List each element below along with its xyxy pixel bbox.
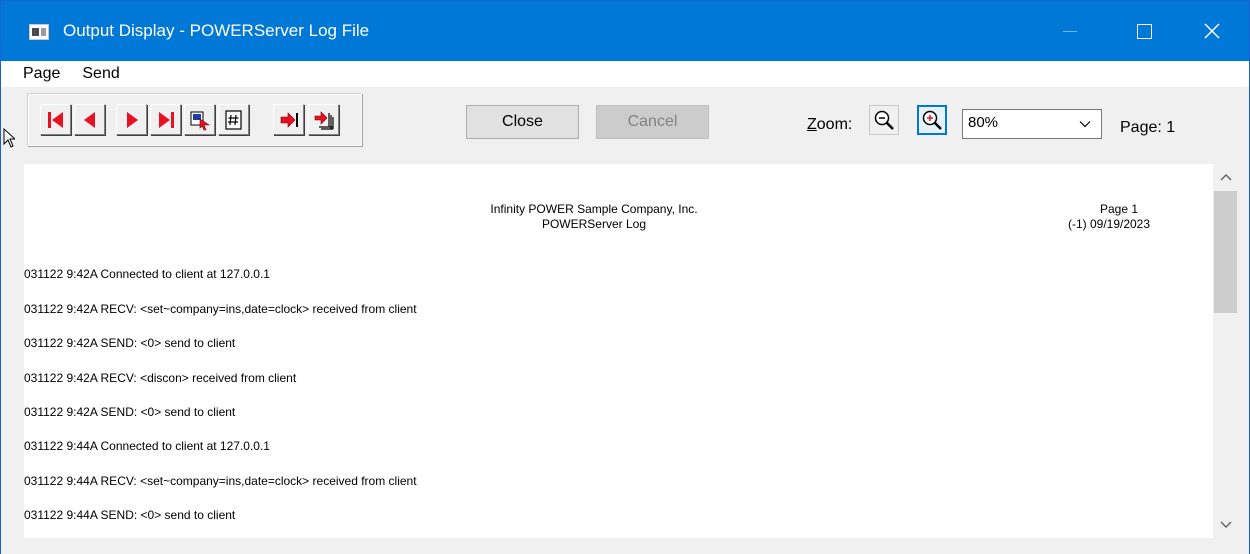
bottom-border [1, 538, 1249, 554]
minimize-button[interactable] [1033, 1, 1107, 61]
log-line: 031122 9:44A Connected to client at 127.… [24, 439, 270, 453]
page-indicator: Page: 1 [1120, 119, 1176, 136]
page-number-button[interactable] [218, 104, 249, 135]
next-page-icon [126, 111, 138, 128]
next-page-button[interactable] [116, 104, 147, 135]
page-number-icon [224, 109, 242, 130]
cancel-button[interactable]: Cancel [596, 105, 709, 139]
last-page-button[interactable] [150, 104, 181, 135]
export-all-icon [314, 110, 334, 130]
scroll-thumb[interactable] [1214, 191, 1237, 313]
previous-page-icon [83, 111, 95, 128]
goto-page-button[interactable] [184, 104, 215, 135]
goto-page-icon [190, 111, 210, 130]
chevron-down-icon [1079, 121, 1091, 128]
navigation-toolbar-group [27, 93, 362, 146]
maximize-icon [1136, 23, 1152, 39]
zoom-label: Zoom: [807, 116, 852, 134]
mouse-cursor-icon [3, 128, 15, 148]
report-date: (-1) 09/19/2023 [1067, 217, 1151, 231]
chevron-down-icon [1220, 521, 1231, 528]
export-icon [280, 111, 298, 128]
export-button[interactable] [273, 104, 304, 135]
report-company-name: Infinity POWER Sample Company, Inc. [490, 202, 698, 216]
report-preview[interactable]: Infinity POWER Sample Company, Inc. POWE… [24, 164, 1213, 538]
zoom-out-icon [874, 110, 894, 130]
vertical-scrollbar[interactable] [1213, 164, 1238, 538]
chevron-up-icon [1220, 174, 1231, 181]
report-title: POWERServer Log [541, 217, 647, 231]
log-line: 031122 9:42A Connected to client at 127.… [24, 267, 270, 281]
scroll-up-button[interactable] [1213, 166, 1238, 188]
close-window-button[interactable] [1175, 1, 1249, 61]
menu-page[interactable]: Page [1, 65, 66, 83]
first-page-icon [47, 111, 63, 128]
export-all-button[interactable] [308, 104, 339, 135]
minimize-icon [1063, 30, 1077, 32]
log-line: 031122 9:42A RECV: <discon> received fro… [24, 371, 297, 385]
log-line: 031122 9:42A SEND: <0> send to client [24, 336, 236, 350]
scroll-down-button[interactable] [1213, 514, 1238, 536]
log-line: 031122 9:42A RECV: <set~company=ins,date… [24, 302, 417, 316]
zoom-value: 80% [968, 114, 999, 131]
zoom-in-button[interactable] [917, 105, 947, 135]
close-button[interactable]: Close [466, 105, 579, 139]
first-page-button[interactable] [40, 104, 71, 135]
zoom-label-text: oom: [816, 116, 853, 133]
log-line: 031122 9:42A SEND: <0> send to client [24, 405, 236, 419]
zoom-select[interactable]: 80% [962, 109, 1102, 139]
menu-bar: Page Send [1, 61, 1249, 87]
app-icon [29, 24, 49, 40]
zoom-label-accelerator: Z [807, 116, 817, 133]
zoom-out-button[interactable] [869, 105, 899, 135]
menu-send[interactable]: Send [66, 65, 125, 83]
log-line: 031122 9:44A RECV: <set~company=ins,date… [24, 474, 417, 488]
last-page-icon [158, 111, 174, 128]
window-title: Output Display - POWERServer Log File [63, 21, 370, 40]
close-icon [1204, 23, 1220, 39]
zoom-in-icon [922, 110, 942, 130]
output-display-window: Output Display - POWERServer Log File Pa… [0, 0, 1250, 554]
title-bar[interactable]: Output Display - POWERServer Log File [1, 1, 1249, 61]
maximize-button[interactable] [1107, 1, 1181, 61]
log-line: 031122 9:44A SEND: <0> send to client [24, 508, 236, 522]
report-page-number: Page 1 [1099, 202, 1139, 216]
previous-page-button[interactable] [74, 104, 105, 135]
